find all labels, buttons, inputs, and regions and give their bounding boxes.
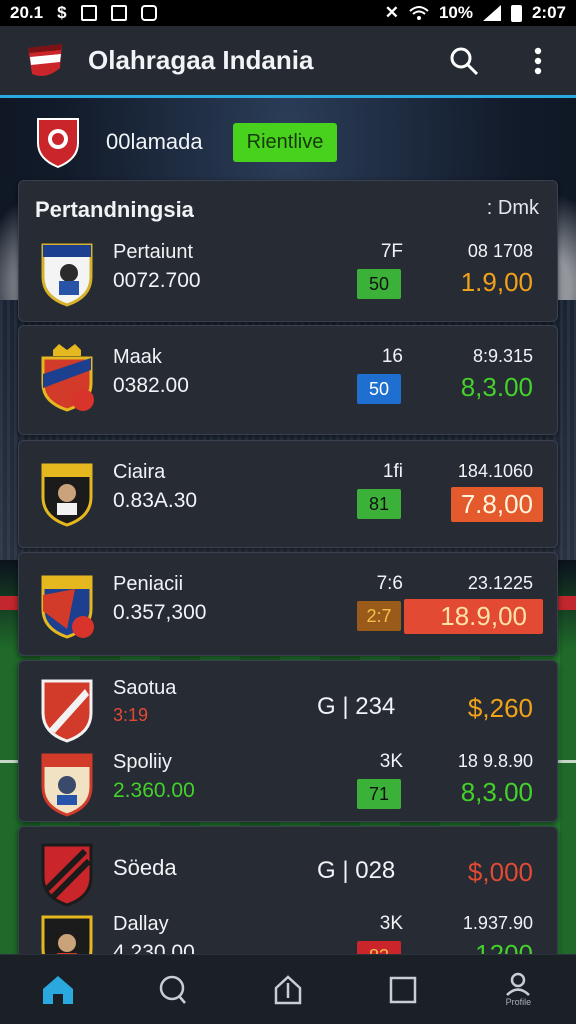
fixture-team-name: Saotua	[113, 677, 177, 699]
team-name: 00lamada	[106, 129, 203, 154]
team-crest-icon	[41, 679, 93, 743]
search-icon	[450, 47, 479, 75]
match-col3: 184.1060	[457, 461, 533, 481]
fixture-card: Söeda G | 028 $,000 Dallay 4.230.00 3K 8…	[18, 826, 558, 966]
match-col2: 7F	[380, 241, 403, 262]
fixture-col2: 3K	[379, 751, 403, 772]
nav-home[interactable]	[28, 960, 88, 1020]
fixture-price[interactable]: $,000	[468, 857, 533, 888]
team-crest-icon	[41, 243, 93, 307]
battery-percent: 10%	[438, 3, 473, 22]
match-row[interactable]: Peniacii 0.357,300 7:6 2:7 23.1225 18.9,…	[19, 567, 559, 647]
signal-icon	[482, 5, 501, 21]
team-crest-icon	[41, 915, 93, 957]
fixture-col3: 18 9.8.90	[457, 751, 533, 771]
match-odds: 0072.700	[113, 269, 201, 292]
match-card: Ciaira 0.83A.30 1fi 81 184.1060 7.8,00	[18, 440, 558, 548]
fixture-big-price[interactable]: 8,3.00	[461, 777, 533, 808]
team-header: 00lamada Rientlive	[34, 112, 554, 172]
match-team-name: Pertaiunt	[113, 241, 194, 263]
fixture-team-name: Spoliiy	[113, 751, 172, 773]
image-notification-icon	[80, 5, 97, 21]
fixture-col2: 3K	[379, 913, 403, 934]
status-bar: 20.1 $ ✕ 10% 2:07	[0, 0, 576, 26]
match-team-name: Maak	[113, 346, 162, 368]
team-crest-icon	[41, 753, 93, 817]
square-icon	[389, 976, 417, 1003]
matches-card-header: Pertandningsia : Dmk Pertaiunt 0072.700 …	[18, 180, 558, 322]
match-col2: 7:6	[376, 573, 403, 594]
more-menu-button[interactable]	[520, 43, 556, 79]
app-notification-icon	[140, 5, 157, 21]
fixture-card: Saotua 3:19 G | 234 $,260 Spoliiy 2.360.…	[18, 660, 558, 822]
match-row[interactable]: Maak 0382.00 16 50 8:9.315 8,3.00	[19, 340, 559, 420]
fixture-team-a[interactable]: Söeda G | 028 $,000	[19, 835, 559, 915]
nav-profile-label: Profile	[505, 997, 532, 1007]
app-title: Olahragaa Indania	[88, 45, 314, 75]
mute-icon: ✕	[384, 3, 399, 22]
team-crest-icon	[41, 575, 94, 639]
match-badge: 81	[357, 489, 401, 519]
gallery-notification-icon	[110, 5, 127, 21]
section-title: Pertandningsia	[35, 197, 194, 222]
more-vert-icon	[534, 47, 542, 74]
team-crest-icon[interactable]	[34, 115, 82, 169]
fixture-team-name: Dallay	[113, 913, 169, 935]
nav-square[interactable]	[373, 960, 433, 1020]
profile-icon	[506, 972, 531, 996]
fixture-score: G | 234	[317, 693, 396, 720]
match-odds: 0.357,300	[113, 601, 207, 624]
match-odds: 0382.00	[113, 374, 189, 397]
match-badge: 50	[357, 374, 401, 404]
match-col3: 23.1225	[467, 573, 533, 593]
match-price[interactable]: 18.9,00	[404, 599, 543, 634]
match-row[interactable]: Ciaira 0.83A.30 1fi 81 184.1060 7.8,00	[19, 455, 559, 535]
match-price[interactable]: 8,3.00	[461, 372, 533, 403]
fixture-team-a[interactable]: Saotua 3:19 G | 234 $,260	[19, 671, 559, 751]
match-col2: 1fi	[382, 461, 403, 482]
match-team-name: Peniacii	[113, 573, 184, 595]
dollar-icon: $	[57, 3, 67, 22]
fixture-team-name: Söeda	[113, 855, 177, 880]
search-button[interactable]	[446, 43, 482, 79]
status-clock: 2:07	[531, 3, 566, 22]
match-price[interactable]: 1.9,00	[461, 267, 533, 298]
team-crest-icon	[41, 843, 93, 907]
match-team-name: Ciaira	[113, 461, 166, 483]
chat-icon	[159, 975, 186, 1004]
status-time-left: 20.1	[10, 3, 44, 22]
section-filter[interactable]: : Dmk	[487, 197, 539, 220]
fixture-team-sub: 3:19	[113, 705, 149, 725]
nav-profile[interactable]: Profile	[488, 960, 548, 1020]
match-badge: 50	[357, 269, 401, 299]
fixture-team-b[interactable]: Spoliiy 2.360.00 3K 71 18 9.8.90 8,3.00	[19, 745, 559, 825]
nav-chat[interactable]	[143, 960, 203, 1020]
bottom-nav: Profile	[0, 954, 576, 1024]
fixture-score: G | 028	[317, 857, 396, 884]
fixture-badge: 71	[357, 779, 401, 809]
nav-share[interactable]	[258, 960, 318, 1020]
home-icon	[42, 975, 73, 1004]
match-col3: 8:9.315	[472, 346, 533, 366]
match-odds: 0.83A.30	[113, 489, 198, 512]
fixture-team-b[interactable]: Dallay 4.230.00 3K 82 1.937.90 1200	[19, 907, 559, 957]
live-button[interactable]: Rientlive	[232, 122, 338, 162]
share-icon	[274, 974, 302, 1004]
fixture-col3: 1.937.90	[462, 913, 533, 933]
match-price[interactable]: 7.8,00	[450, 487, 543, 522]
match-row[interactable]: Pertaiunt 0072.700 7F 50 08 1708 1.9,00	[19, 235, 559, 315]
battery-icon	[510, 4, 522, 22]
match-card: Peniacii 0.357,300 7:6 2:7 23.1225 18.9,…	[18, 552, 558, 656]
wifi-icon	[409, 6, 429, 20]
fixture-price[interactable]: $,260	[468, 693, 533, 724]
match-col2: 16	[381, 346, 403, 367]
match-card: Maak 0382.00 16 50 8:9.315 8,3.00	[18, 325, 558, 435]
match-badge: 2:7	[357, 601, 401, 631]
team-crest-icon	[41, 463, 93, 527]
match-col3: 08 1708	[467, 241, 533, 261]
app-bar: Olahragaa Indania	[0, 26, 576, 98]
fixture-odds: 2.360.00	[113, 779, 195, 802]
team-crest-icon	[41, 344, 94, 412]
shield-flag-icon[interactable]	[24, 40, 66, 82]
